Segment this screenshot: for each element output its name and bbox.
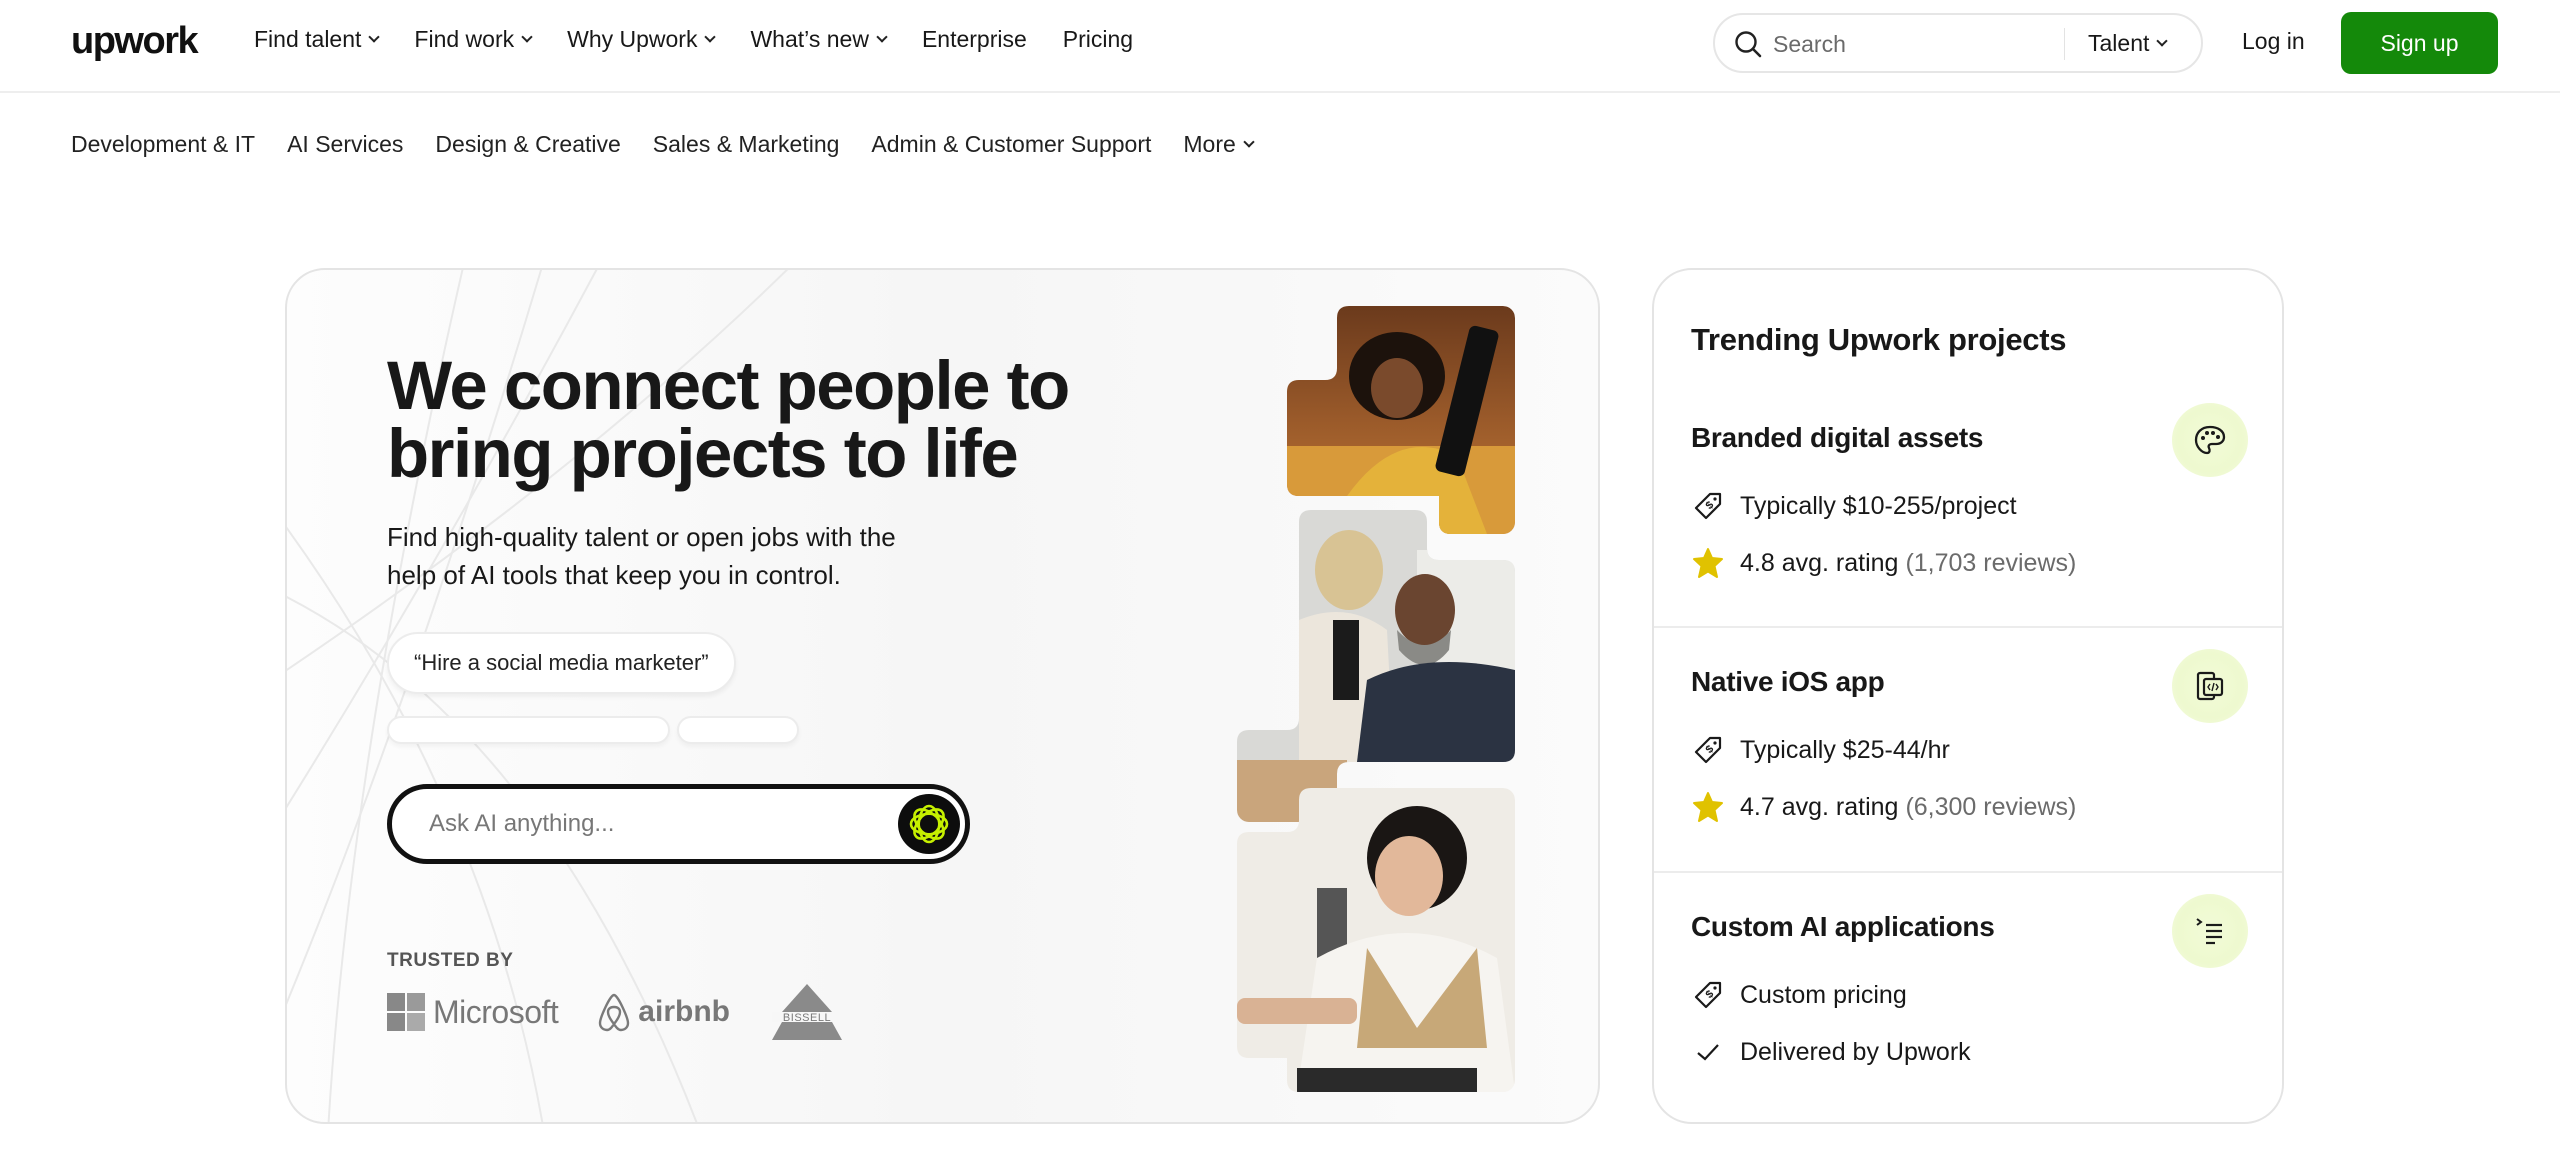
login-link[interactable]: Log in	[2242, 28, 2305, 55]
prompt-list-icon	[2196, 918, 2222, 945]
ai-submit-button[interactable]	[898, 794, 960, 854]
checkmark-icon	[1691, 1035, 1725, 1069]
project-rating-row: 4.7 avg. rating (6,300 reviews)	[1691, 790, 2076, 824]
signup-button[interactable]: Sign up	[2341, 12, 2498, 74]
chevron-down-icon	[368, 31, 381, 43]
price-tag-icon: $	[1691, 733, 1725, 767]
project-reviews[interactable]: (6,300 reviews)	[1905, 793, 2076, 822]
bissell-icon: BISSELL	[771, 984, 842, 1040]
nav-why-upwork[interactable]: Why Upwork	[567, 26, 717, 53]
category-more-dropdown[interactable]: More	[1183, 131, 1255, 158]
category-development-it[interactable]: Development & IT	[71, 131, 255, 158]
example-prompt-chip[interactable]: “Hire a social media marketer”	[387, 632, 736, 694]
divider	[1654, 871, 2282, 873]
search-input[interactable]	[1773, 27, 2073, 61]
project-price: Typically $25-44/hr	[1740, 735, 1950, 764]
hero-card: We connect people to bring projects to l…	[285, 268, 1600, 1124]
chevron-down-icon	[704, 31, 717, 43]
upwork-logo[interactable]: upwork	[71, 20, 199, 63]
category-sales-marketing[interactable]: Sales & Marketing	[653, 131, 840, 158]
project-icon-badge	[2172, 649, 2248, 723]
hero-headline: We connect people to bring projects to l…	[387, 347, 1070, 492]
project-rating-row: 4.8 avg. rating (1,703 reviews)	[1691, 546, 2076, 580]
nav-label: Why Upwork	[567, 26, 698, 52]
trending-projects-card: Trending Upwork projects Branded digital…	[1652, 268, 2284, 1124]
divider	[1654, 626, 2282, 628]
search-bar: Talent	[1713, 13, 2203, 73]
search-scope-label: Talent	[2088, 30, 2150, 56]
ask-ai-box	[387, 784, 970, 864]
star-icon	[1691, 790, 1725, 824]
project-icon-badge	[2172, 894, 2248, 968]
trusted-by-label: TRUSTED BY	[387, 950, 514, 971]
nav-label: Pricing	[1062, 26, 1134, 52]
search-icon	[1735, 31, 1762, 58]
svg-text:BISSELL: BISSELL	[783, 1012, 831, 1024]
airbnb-icon	[599, 993, 630, 1032]
category-ai-services[interactable]: AI Services	[287, 131, 403, 158]
nav-pricing[interactable]: Pricing	[1063, 26, 1133, 53]
mobile-code-icon	[2196, 671, 2224, 701]
project-price-row: $ Custom pricing	[1691, 978, 1907, 1012]
search-scope-dropdown[interactable]: Talent	[2088, 30, 2169, 57]
bissell-logo: BISSELL	[768, 984, 846, 1040]
chevron-down-icon	[1243, 136, 1255, 148]
prompt-chip-placeholder	[677, 716, 799, 744]
nav-enterprise[interactable]: Enterprise	[922, 26, 1027, 53]
category-design-creative[interactable]: Design & Creative	[435, 131, 620, 158]
chevron-down-icon	[2156, 35, 2169, 47]
trusted-logos: Microsoft airbnb BISSELL	[387, 984, 846, 1040]
project-title[interactable]: Native iOS app	[1691, 666, 1885, 698]
project-rating: 4.7 avg. rating	[1740, 792, 1899, 821]
project-price-row: $ Typically $10-255/project	[1691, 489, 2017, 523]
category-admin-support[interactable]: Admin & Customer Support	[871, 131, 1151, 158]
project-title[interactable]: Branded digital assets	[1691, 422, 1983, 454]
project-title[interactable]: Custom AI applications	[1691, 911, 1995, 943]
price-tag-icon: $	[1691, 489, 1725, 523]
project-rating: 4.8 avg. rating	[1740, 548, 1899, 577]
more-label: More	[1183, 131, 1236, 157]
nav-whats-new[interactable]: What’s new	[750, 26, 888, 53]
hero-subheadline: Find high-quality talent or open jobs wi…	[387, 522, 896, 590]
airbnb-wordmark: airbnb	[638, 995, 730, 1028]
project-delivered: Delivered by Upwork	[1740, 1037, 1971, 1066]
nav-find-talent[interactable]: Find talent	[254, 26, 381, 53]
microsoft-logo: Microsoft	[387, 993, 559, 1031]
chevron-down-icon	[876, 31, 888, 43]
palette-icon	[2194, 425, 2226, 455]
category-nav: Development & IT AI Services Design & Cr…	[71, 131, 1285, 158]
nav-label: What’s new	[750, 26, 869, 52]
star-icon	[1691, 546, 1725, 580]
search-divider	[2064, 28, 2065, 60]
microsoft-grid-icon	[387, 993, 425, 1031]
chevron-down-icon	[521, 31, 533, 43]
ai-sparkle-icon	[909, 804, 949, 844]
ask-ai-input[interactable]	[429, 807, 859, 841]
nav-label: Enterprise	[921, 26, 1027, 52]
nav-label: Find work	[414, 26, 515, 52]
top-header: upwork Find talent Find work Why Upwork …	[0, 0, 2560, 93]
microsoft-wordmark: Microsoft	[433, 993, 559, 1030]
nav-label: Find talent	[254, 26, 362, 52]
project-delivery-row: Delivered by Upwork	[1691, 1035, 1971, 1069]
trending-title: Trending Upwork projects	[1691, 322, 2067, 357]
main-nav: Find talent Find work Why Upwork What’s …	[254, 26, 1169, 53]
project-price-row: $ Typically $25-44/hr	[1691, 733, 1950, 767]
prompt-chip-placeholder	[387, 716, 670, 744]
project-reviews[interactable]: (1,703 reviews)	[1905, 549, 2076, 578]
price-tag-icon: $	[1691, 978, 1725, 1012]
nav-find-work[interactable]: Find work	[414, 26, 533, 53]
project-price: Typically $10-255/project	[1740, 491, 2017, 520]
project-icon-badge	[2172, 403, 2248, 477]
airbnb-logo: airbnb	[596, 992, 730, 1032]
project-price: Custom pricing	[1740, 980, 1907, 1009]
